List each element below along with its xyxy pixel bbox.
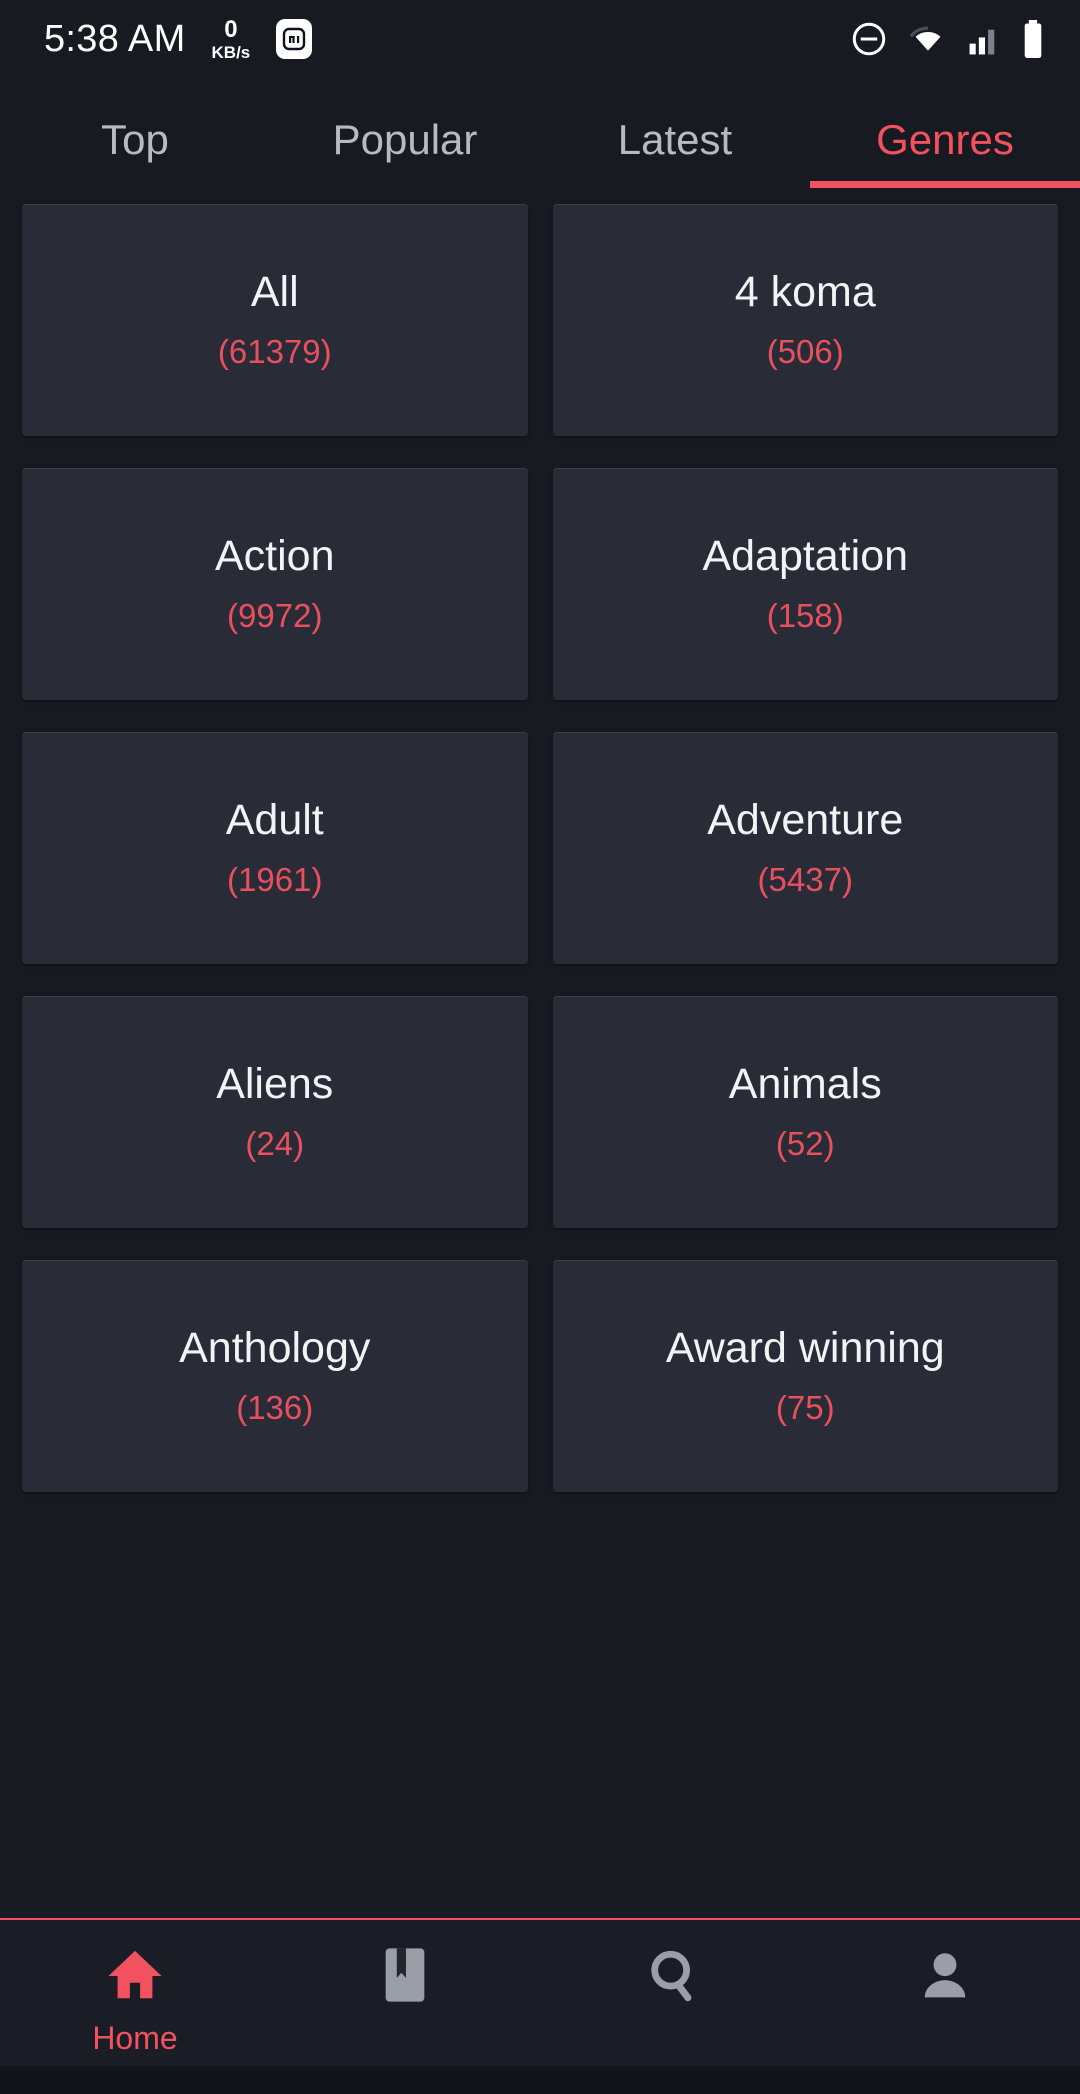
bookmark-icon: [383, 1946, 427, 2004]
genre-card-all[interactable]: All (61379): [22, 204, 528, 436]
cellular-signal-icon: [968, 23, 1002, 55]
genre-card-adaptation[interactable]: Adaptation (158): [552, 468, 1058, 700]
genre-count: (52): [775, 1125, 835, 1163]
genre-count: (1961): [227, 861, 323, 899]
status-bar-left: 5:38 AM 0 KB/s: [44, 15, 313, 62]
dnd-icon: [850, 20, 888, 58]
mi-app-icon: [276, 19, 313, 59]
genre-count: (75): [775, 1389, 835, 1427]
nav-item-search[interactable]: [540, 1920, 810, 2068]
genre-name: Animals: [728, 1059, 882, 1108]
genre-name: Award winning: [665, 1323, 945, 1372]
genre-card-adult[interactable]: Adult (1961): [22, 732, 528, 964]
genre-card-adventure[interactable]: Adventure (5437): [552, 732, 1058, 964]
genre-name: All: [250, 267, 299, 316]
tab-genres[interactable]: Genres: [810, 116, 1080, 188]
tab-top[interactable]: Top: [0, 116, 270, 188]
genre-card-award-winning[interactable]: Award winning (75): [552, 1260, 1058, 1492]
status-bar: 5:38 AM 0 KB/s: [0, 0, 1080, 78]
genre-count: (9972): [227, 597, 323, 635]
genre-name: Adaptation: [702, 531, 909, 580]
app-root: 5:38 AM 0 KB/s Top Popular Latest Genres…: [0, 0, 1080, 2094]
nav-item-profile[interactable]: [810, 1920, 1080, 2068]
battery-icon: [1022, 20, 1044, 58]
genre-count: (61379): [217, 333, 332, 371]
home-icon: [104, 1946, 166, 2004]
search-icon: [646, 1946, 704, 2004]
genre-card-aliens[interactable]: Aliens (24): [22, 996, 528, 1228]
nav-item-label-home: Home: [92, 2020, 178, 2056]
genre-name: Adventure: [707, 795, 904, 844]
genre-count: (136): [236, 1389, 314, 1427]
genre-card-animals[interactable]: Animals (52): [552, 996, 1058, 1228]
bottom-navigation-bar: Home: [0, 1918, 1080, 2094]
network-speed-unit: KB/s: [211, 42, 251, 62]
genre-name: 4 koma: [734, 267, 876, 316]
profile-icon: [917, 1946, 973, 2004]
status-bar-right: [850, 20, 1044, 58]
genre-card-4-koma[interactable]: 4 koma (506): [552, 204, 1058, 436]
network-speed-value: 0: [224, 15, 238, 43]
genre-list-scroll[interactable]: All (61379) 4 koma (506) Action (9972) A…: [0, 188, 1080, 1918]
genre-count: (506): [766, 333, 844, 371]
genre-grid: All (61379) 4 koma (506) Action (9972) A…: [22, 188, 1058, 1492]
nav-item-home[interactable]: Home: [0, 1920, 270, 2068]
category-tab-bar: Top Popular Latest Genres: [0, 78, 1080, 188]
network-speed-indicator: 0 KB/s: [211, 15, 251, 62]
genre-name: Action: [214, 531, 335, 580]
genre-count: (158): [766, 597, 844, 635]
genre-card-anthology[interactable]: Anthology (136): [22, 1260, 528, 1492]
genre-name: Anthology: [179, 1323, 371, 1372]
genre-count: (5437): [757, 861, 853, 899]
wifi-icon: [908, 23, 948, 55]
genre-name: Adult: [225, 795, 324, 844]
genre-name: Aliens: [216, 1059, 334, 1108]
tab-popular[interactable]: Popular: [270, 116, 540, 188]
status-bar-clock: 5:38 AM: [44, 17, 186, 60]
tab-latest[interactable]: Latest: [540, 116, 810, 188]
nav-item-bookmarks[interactable]: [270, 1920, 540, 2068]
genre-count: (24): [245, 1125, 305, 1163]
genre-card-action[interactable]: Action (9972): [22, 468, 528, 700]
